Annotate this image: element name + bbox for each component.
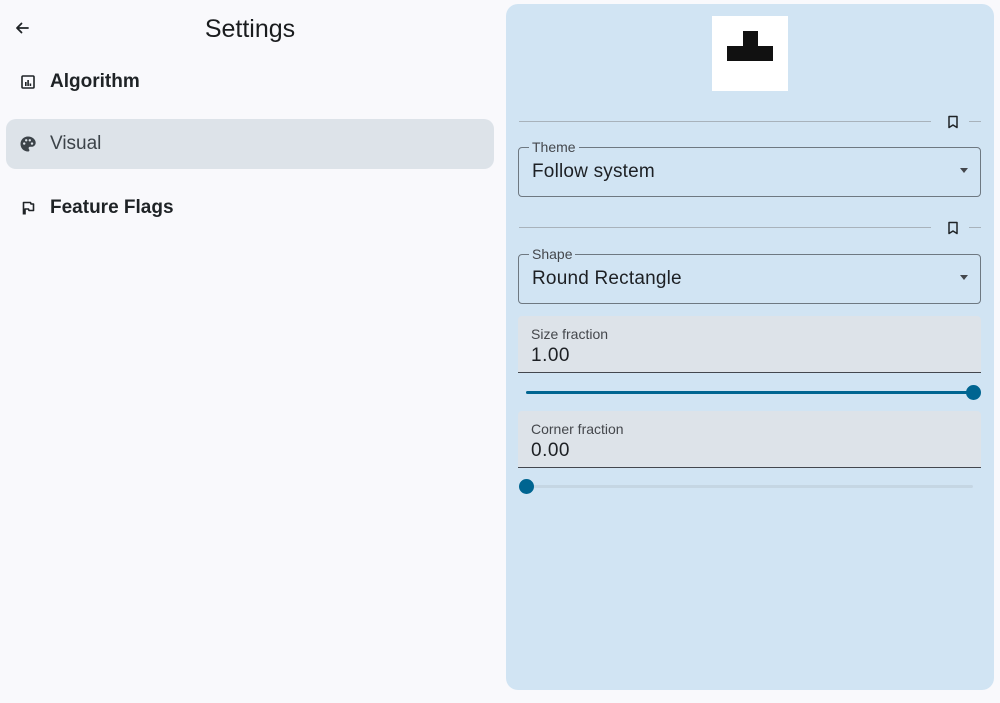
sidebar-item-algorithm[interactable]: Algorithm bbox=[6, 57, 494, 107]
slider-active-track bbox=[526, 391, 973, 394]
theme-label: Theme bbox=[529, 139, 579, 155]
sidebar-item-label: Visual bbox=[50, 133, 102, 154]
divider bbox=[969, 121, 981, 122]
slider-track bbox=[526, 485, 973, 488]
palette-icon bbox=[6, 135, 50, 153]
divider bbox=[519, 121, 931, 122]
divider bbox=[519, 227, 931, 228]
corner-fraction-field[interactable]: Corner fraction 0.00 bbox=[518, 411, 981, 468]
slider-thumb[interactable] bbox=[518, 479, 534, 494]
flag-icon bbox=[6, 200, 50, 216]
slider-thumb[interactable] bbox=[965, 385, 981, 400]
bookmark-icon bbox=[948, 221, 958, 235]
corner-fraction-slider[interactable] bbox=[518, 476, 981, 496]
theme-value: Follow system bbox=[532, 161, 655, 182]
theme-section-header bbox=[519, 112, 981, 132]
theme-dropdown[interactable]: Theme Follow system bbox=[518, 139, 981, 197]
size-fraction-field[interactable]: Size fraction 1.00 bbox=[518, 316, 981, 373]
divider bbox=[969, 227, 981, 228]
shape-section-header bbox=[519, 218, 981, 238]
corner-fraction-value: 0.00 bbox=[531, 440, 570, 461]
shape-preview bbox=[712, 16, 788, 91]
visual-settings-panel: Theme Follow system Shape Round Rectangl… bbox=[506, 4, 994, 690]
sidebar-item-visual[interactable]: Visual bbox=[6, 119, 494, 169]
shape-dropdown[interactable]: Shape Round Rectangle bbox=[518, 246, 981, 304]
sidebar-item-label: Algorithm bbox=[50, 71, 140, 92]
sidebar-item-feature-flags[interactable]: Feature Flags bbox=[6, 183, 494, 233]
size-fraction-value: 1.00 bbox=[531, 345, 570, 366]
shape-value: Round Rectangle bbox=[532, 268, 682, 289]
chart-icon bbox=[6, 74, 50, 90]
page-title: Settings bbox=[204, 15, 296, 43]
size-fraction-label: Size fraction bbox=[531, 326, 609, 342]
dropdown-arrow-icon bbox=[960, 275, 968, 280]
bookmark-button[interactable] bbox=[943, 112, 963, 132]
dropdown-arrow-icon bbox=[960, 168, 968, 173]
size-fraction-slider[interactable] bbox=[518, 382, 981, 402]
shape-preview-icon bbox=[727, 31, 773, 61]
bookmark-button[interactable] bbox=[943, 218, 963, 238]
settings-list-pane: Settings Algorithm Visual Feature Flags bbox=[0, 0, 500, 703]
shape-label: Shape bbox=[529, 246, 576, 262]
sidebar-item-label: Feature Flags bbox=[50, 197, 174, 218]
bookmark-icon bbox=[948, 115, 958, 129]
corner-fraction-label: Corner fraction bbox=[531, 421, 624, 437]
